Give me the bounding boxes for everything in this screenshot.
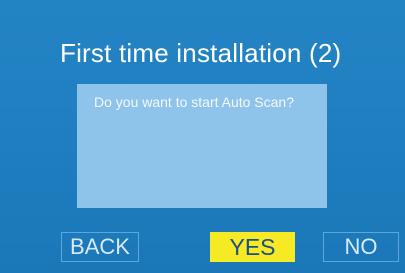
back-button[interactable]: BACK (61, 232, 139, 262)
no-button[interactable]: NO (323, 232, 399, 262)
yes-button[interactable]: YES (210, 232, 295, 262)
installation-screen: First time installation (2) Do you want … (0, 0, 405, 273)
message-text: Do you want to start Auto Scan? (94, 94, 295, 110)
message-panel: Do you want to start Auto Scan? (77, 84, 327, 208)
page-title: First time installation (2) (60, 38, 342, 68)
